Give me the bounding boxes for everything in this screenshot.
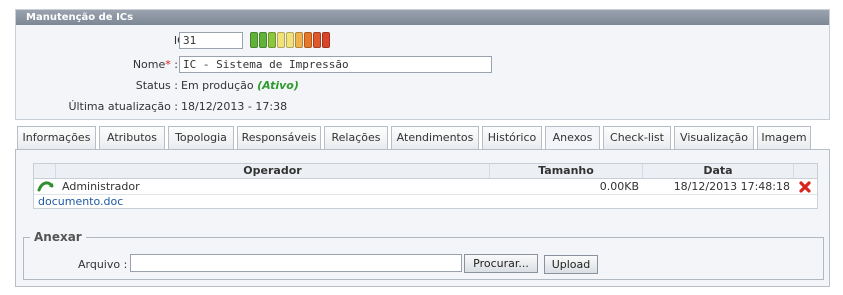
tab-relacoes[interactable]: Relações (324, 126, 388, 149)
gauge-segment (313, 32, 321, 48)
panel-title: Manutenção de ICs (16, 10, 829, 25)
cell-operador: Administrador (62, 180, 140, 193)
anexar-legend: Anexar (30, 230, 86, 244)
status-label: Status : (135, 79, 178, 92)
tab-anexos[interactable]: Anexos (545, 126, 600, 150)
tab-historico[interactable]: Histórico (482, 126, 542, 149)
browse-button[interactable]: Procurar... (464, 254, 538, 273)
gauge-segment (250, 32, 258, 48)
status-value: Em produção (181, 79, 254, 92)
attachments-grid: Operador Tamanho Data Administrador 0.00… (33, 163, 818, 209)
tab-informacoes[interactable]: Informações (17, 126, 96, 149)
tab-atendimentos[interactable]: Atendimentos (391, 126, 479, 149)
tab-check-list[interactable]: Check-list (603, 126, 671, 149)
ic-label: IC : (16, 31, 192, 51)
delete-icon[interactable] (798, 180, 814, 196)
tab-content-anexos: Operador Tamanho Data Administrador 0.00… (15, 149, 830, 287)
status-row: Status : Em produção (Ativo) (16, 76, 829, 96)
arquivo-input[interactable] (130, 254, 462, 272)
upload-button[interactable]: Upload (544, 255, 598, 274)
required-marker: * (165, 58, 171, 71)
tab-imagem[interactable]: Imagem (757, 126, 811, 149)
gauge-segment (295, 32, 303, 48)
gauge-segment (277, 32, 285, 48)
atualizacao-value: 18/12/2013 - 17:38 (181, 100, 288, 113)
ic-row: IC : 31 (16, 31, 829, 51)
table-row: Administrador 0.00KB 18/12/2013 17:48:18 (34, 179, 817, 195)
gauge-segment (259, 32, 267, 48)
cell-tamanho: 0.00KB (599, 180, 639, 193)
ic-input[interactable]: 31 (179, 32, 243, 49)
download-icon[interactable] (37, 179, 55, 195)
header-operador: Operador (56, 164, 490, 178)
arquivo-label: Arquivo : (78, 258, 128, 271)
grid-header: Operador Tamanho Data (34, 164, 817, 179)
gauge-segment (286, 32, 294, 48)
ic-maintenance-panel: Manutenção de ICs IC : 31 Nome* : IC - S… (15, 9, 830, 120)
status-gauge (250, 32, 331, 48)
tab-responsaveis[interactable]: Responsáveis (237, 126, 321, 149)
header-data: Data (643, 164, 794, 178)
gauge-segment (322, 32, 330, 48)
nome-input[interactable]: IC - Sistema de Impressão (179, 56, 492, 73)
status-state: (Ativo) (257, 79, 299, 92)
nome-label: Nome (132, 58, 166, 71)
tab-atributos[interactable]: Atributos (99, 126, 165, 149)
atualizacao-row: Última atualização : 18/12/2013 - 17:38 (16, 97, 829, 117)
cell-data: 18/12/2013 17:48:18 (673, 180, 790, 193)
atualizacao-label: Última atualização : (68, 100, 178, 113)
header-tamanho: Tamanho (490, 164, 643, 178)
attachment-file-link[interactable]: documento.doc (38, 194, 123, 210)
nome-row: Nome* : IC - Sistema de Impressão (16, 55, 829, 75)
tab-visualizacao[interactable]: Visualização (674, 126, 754, 149)
gauge-segment (268, 32, 276, 48)
tab-topologia[interactable]: Topologia (168, 126, 234, 149)
gauge-segment (304, 32, 312, 48)
